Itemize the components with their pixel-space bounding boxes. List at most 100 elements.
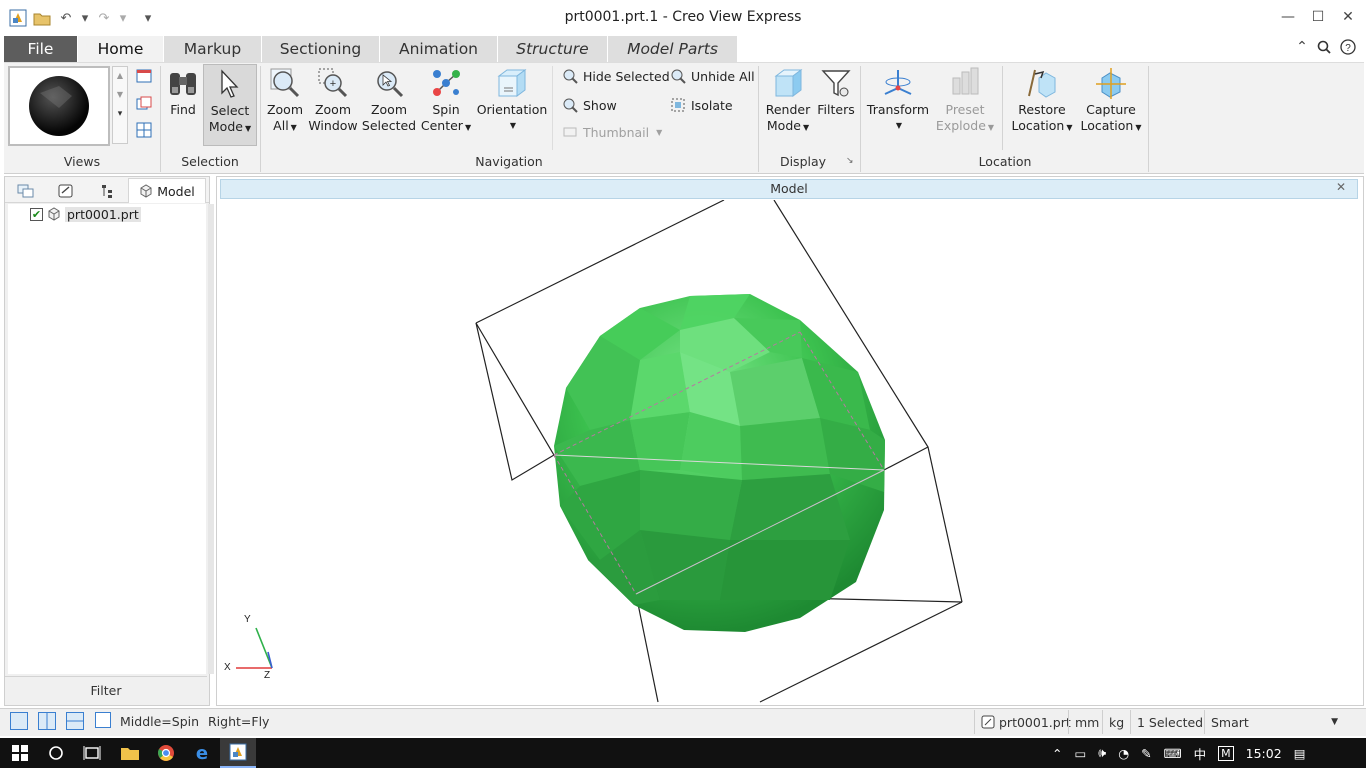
notifications-icon[interactable]: ▤ <box>1294 746 1306 761</box>
group-separator <box>1148 66 1149 172</box>
view-thumbnail[interactable] <box>8 66 110 146</box>
view-gallery-scrollbar[interactable]: ▲ ▼ ▾ <box>112 66 128 144</box>
tab-structure[interactable]: Structure <box>498 36 608 62</box>
status-length-unit[interactable]: mm <box>1068 710 1105 734</box>
grid-views-icon[interactable] <box>136 122 152 141</box>
transform-button[interactable]: Transform ▼ <box>866 66 930 134</box>
saved-views-icon[interactable] <box>136 68 152 87</box>
group-label-display: Display <box>779 154 827 169</box>
zoom-window-button[interactable]: + Zoom Window <box>308 66 358 134</box>
group-label-location: Location <box>978 154 1032 169</box>
tab-animation[interactable]: Animation <box>380 36 498 62</box>
markup-tab-icon[interactable] <box>48 180 84 202</box>
render-cube-icon <box>771 66 805 100</box>
edge-icon[interactable]: e <box>184 738 220 768</box>
minimize-icon[interactable]: — <box>1276 6 1300 28</box>
hide-selected-icon <box>563 69 578 84</box>
status-file[interactable]: prt0001.prt <box>974 710 1077 734</box>
status-mass-unit[interactable]: kg <box>1102 710 1130 734</box>
svg-text:?: ? <box>1345 43 1351 54</box>
viewport-close-icon[interactable]: ✕ <box>1336 180 1346 194</box>
chrome-icon[interactable] <box>148 738 184 768</box>
model-graphics[interactable]: Y X Z <box>217 200 1363 705</box>
tree-item-prt0001[interactable]: ✔ prt0001.prt <box>30 206 141 222</box>
capture-location-icon <box>1094 66 1128 100</box>
capture-location-button[interactable]: Capture Location ▼ <box>1078 66 1144 136</box>
zoom-all-button[interactable]: Zoom All ▼ <box>264 66 306 136</box>
funnel-icon <box>819 66 853 100</box>
explode-icon <box>948 66 982 100</box>
search-circle-icon[interactable] <box>38 738 74 768</box>
mouse-middle-hint: Middle=Spin <box>120 714 200 729</box>
search-icon[interactable] <box>1312 36 1336 58</box>
panel-splitter[interactable] <box>208 204 214 674</box>
svg-text:+: + <box>330 78 336 90</box>
triad-y-label: Y <box>244 614 251 625</box>
system-tray: ⌃ ▭ 🕪 ◔ ✎ ⌨ 中 M 15:02 ▤ <box>1052 738 1306 768</box>
tab-markup[interactable]: Markup <box>164 36 262 62</box>
group-label-navigation: Navigation <box>475 154 543 169</box>
status-selected-count: 1 Selected <box>1130 710 1209 734</box>
layout-split-horizontal-icon[interactable] <box>66 712 84 730</box>
collapse-ribbon-icon[interactable]: ⌃ <box>1290 36 1314 58</box>
layout-split-vertical-icon[interactable] <box>38 712 56 730</box>
filter-bar[interactable]: Filter <box>5 676 207 704</box>
cursor-arrow-icon <box>213 67 247 101</box>
clock[interactable]: 15:02 <box>1246 746 1282 761</box>
layout-single-icon[interactable] <box>10 712 28 730</box>
tree-tab-icon[interactable] <box>90 180 126 202</box>
close-icon[interactable]: ✕ <box>1336 6 1360 28</box>
battery-icon[interactable]: ▭ <box>1074 746 1086 761</box>
model-tree <box>8 204 206 674</box>
find-button[interactable]: Find <box>164 66 202 118</box>
preset-explode-button[interactable]: Preset Explode ▼ <box>934 66 996 136</box>
keyboard-icon[interactable]: ⌨ <box>1164 746 1182 761</box>
visibility-checkbox[interactable]: ✔ <box>30 207 43 221</box>
spin-center-button[interactable]: Spin Center ▼ <box>420 66 472 136</box>
wifi-icon[interactable]: ◔ <box>1118 746 1129 761</box>
zoom-selected-button[interactable]: Zoom Selected <box>362 66 416 134</box>
volume-icon[interactable]: 🕪 <box>1098 745 1106 761</box>
orientation-button[interactable]: Orientation ▼ <box>476 66 548 134</box>
display-dialog-launcher-icon[interactable]: ↘ <box>846 156 854 166</box>
ime-mode[interactable]: M <box>1218 745 1234 761</box>
unhide-all-button[interactable]: Unhide All <box>670 67 755 85</box>
windows-start-icon[interactable] <box>2 738 38 768</box>
help-icon[interactable]: ? <box>1336 36 1360 58</box>
divider <box>1002 66 1003 150</box>
ime-language[interactable]: 中 <box>1194 744 1207 763</box>
isolate-button[interactable]: Isolate <box>670 96 733 114</box>
creo-view-taskbar-icon[interactable] <box>220 738 256 768</box>
tray-chevron-icon[interactable]: ⌃ <box>1052 746 1062 761</box>
orientation-cube-icon <box>495 66 529 100</box>
layout-blank-icon[interactable] <box>95 712 111 728</box>
isolate-icon <box>671 98 685 112</box>
thumbnail-icon <box>563 127 577 137</box>
restore-location-button[interactable]: Restore Location ▼ <box>1008 66 1076 136</box>
svg-text:e: e <box>196 744 208 762</box>
hide-selected-button[interactable]: Hide Selected <box>562 67 670 85</box>
triad-z-label: Z <box>264 670 270 681</box>
tab-sectioning[interactable]: Sectioning <box>262 36 380 62</box>
tab-model-parts[interactable]: Model Parts <box>608 36 738 62</box>
file-explorer-icon[interactable] <box>112 738 148 768</box>
pen-icon[interactable]: ✎ <box>1141 746 1151 761</box>
group-label-selection: Selection <box>181 154 239 169</box>
structure-tab-icon[interactable] <box>8 180 44 202</box>
tab-file[interactable]: File <box>4 36 78 62</box>
tab-model[interactable]: Model <box>128 178 206 203</box>
viewport-title: Model <box>220 179 1358 199</box>
render-mode-button[interactable]: Render Mode ▼ <box>762 66 814 136</box>
thumbnail-button[interactable]: Thumbnail ▼ <box>562 123 662 141</box>
tab-home[interactable]: Home <box>78 36 164 62</box>
show-button[interactable]: Show <box>562 96 617 114</box>
filters-button[interactable]: Filters <box>816 66 856 118</box>
task-view-icon[interactable] <box>74 738 110 768</box>
unhide-all-icon <box>671 69 686 84</box>
maximize-icon[interactable]: ☐ <box>1306 6 1330 28</box>
view-states-icon[interactable] <box>136 96 152 115</box>
select-mode-button[interactable]: Select Mode ▼ <box>203 64 257 146</box>
axis-triad: Y X Z <box>224 614 273 681</box>
selection-filter-dropdown[interactable]: Smart ▼ <box>1204 710 1344 734</box>
triad-x-label: X <box>224 662 231 673</box>
